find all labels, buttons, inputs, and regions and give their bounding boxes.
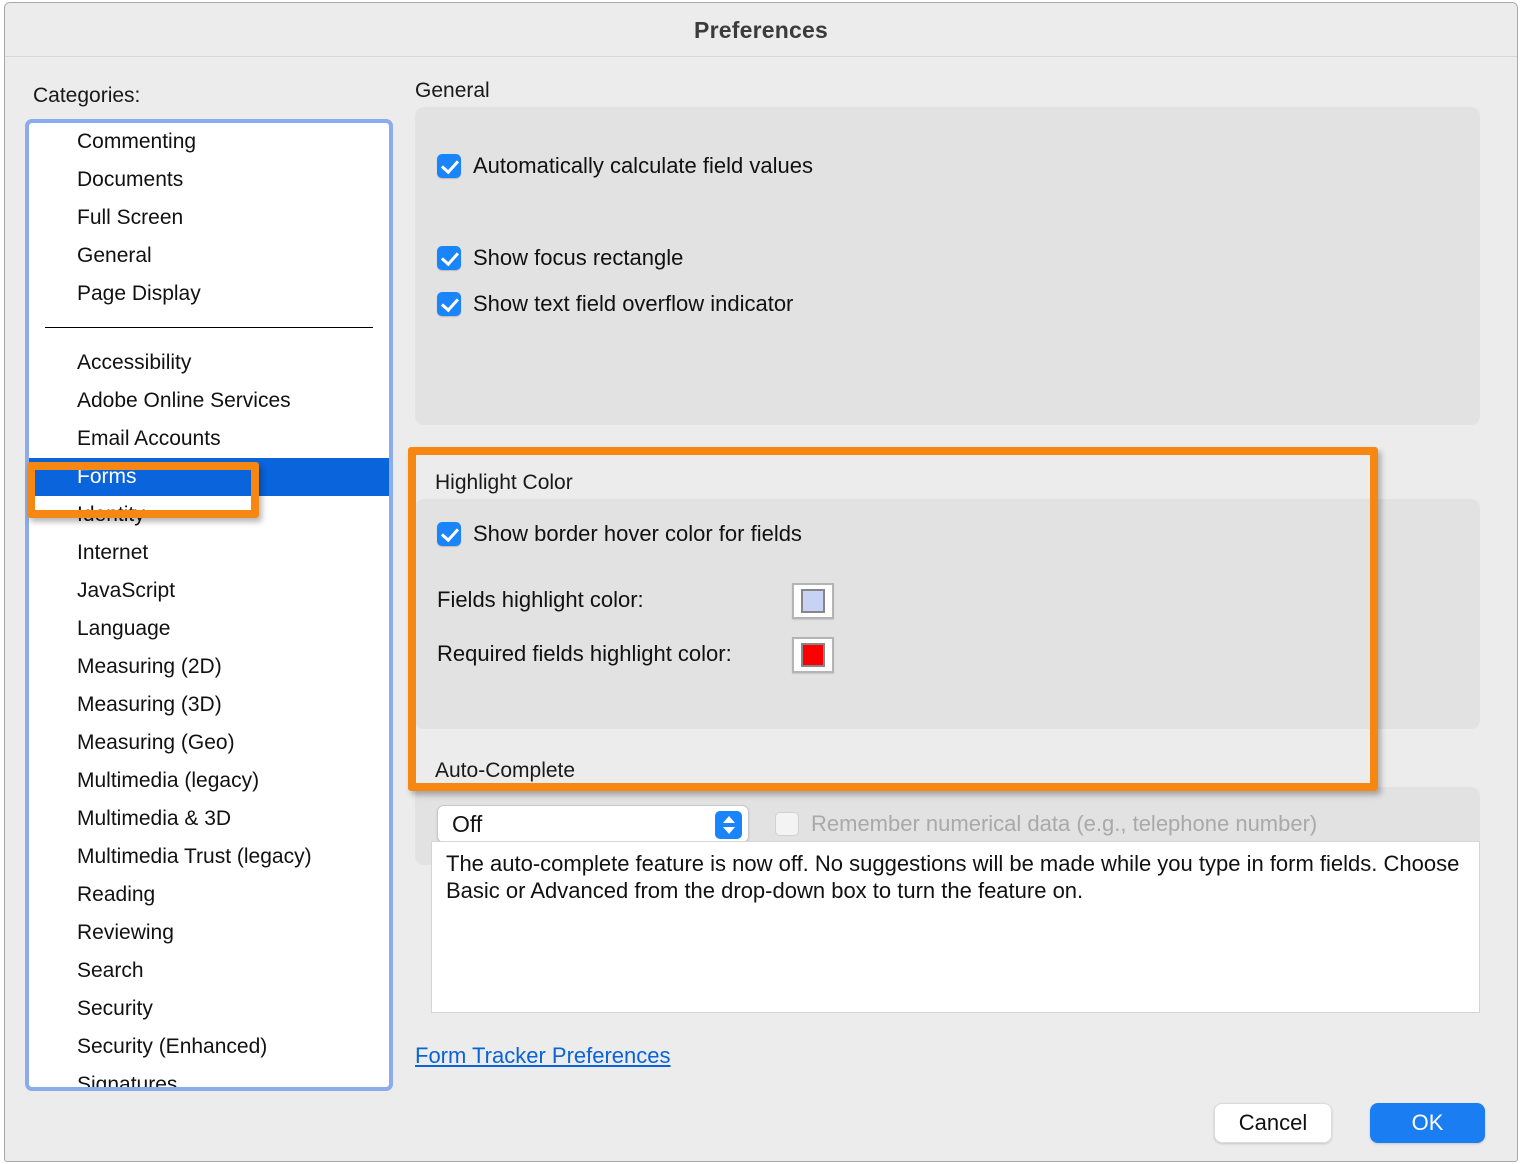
autocomplete-info-box: The auto-complete feature is now off. No… bbox=[431, 841, 1480, 1013]
chevron-updown-icon[interactable] bbox=[715, 811, 742, 839]
chevron-up-icon bbox=[723, 816, 735, 823]
autocomplete-info-text: The auto-complete feature is now off. No… bbox=[446, 850, 1466, 904]
remember-numerical-data-label: Remember numerical data (e.g., telephone… bbox=[811, 811, 1317, 837]
sidebar-item-forms[interactable]: Forms bbox=[29, 458, 389, 496]
auto-calculate-label: Automatically calculate field values bbox=[473, 153, 813, 179]
sidebar-item-measuring-3d[interactable]: Measuring (3D) bbox=[29, 686, 389, 724]
sidebar-item-documents[interactable]: Documents bbox=[29, 161, 389, 199]
border-hover-checkbox[interactable] bbox=[437, 522, 461, 546]
sidebar-item-page-display[interactable]: Page Display bbox=[29, 275, 389, 313]
sidebar-item-multimedia-3d[interactable]: Multimedia & 3D bbox=[29, 800, 389, 838]
dialog-footer: Cancel OK bbox=[1214, 1103, 1485, 1143]
overflow-indicator-label: Show text field overflow indicator bbox=[473, 291, 793, 317]
autocomplete-select[interactable]: Off bbox=[437, 805, 749, 843]
sidebar-item-search[interactable]: Search bbox=[29, 952, 389, 990]
border-hover-label: Show border hover color for fields bbox=[473, 521, 802, 547]
show-focus-rect-row[interactable]: Show focus rectangle bbox=[437, 245, 683, 271]
sidebar-item-commenting[interactable]: Commenting bbox=[29, 123, 389, 161]
highlight-color-section-title: Highlight Color bbox=[435, 471, 573, 495]
sidebar-item-measuring-2d[interactable]: Measuring (2D) bbox=[29, 648, 389, 686]
sidebar-item-security[interactable]: Security bbox=[29, 990, 389, 1028]
sidebar-item-accessibility[interactable]: Accessibility bbox=[29, 344, 389, 382]
categories-list-inner: Commenting Documents Full Screen General… bbox=[29, 123, 389, 1087]
sidebar-item-internet[interactable]: Internet bbox=[29, 534, 389, 572]
highlight-color-panel: Show border hover color for fields Field… bbox=[415, 499, 1480, 729]
chevron-down-icon bbox=[723, 827, 735, 834]
preferences-dialog: Preferences Categories: Commenting Docum… bbox=[4, 2, 1518, 1162]
dialog-title: Preferences bbox=[5, 3, 1517, 57]
autocomplete-section-title: Auto-Complete bbox=[435, 759, 575, 783]
sidebar-item-adobe-online-services[interactable]: Adobe Online Services bbox=[29, 382, 389, 420]
border-hover-row[interactable]: Show border hover color for fields bbox=[437, 521, 802, 547]
required-fields-highlight-swatch-color bbox=[801, 643, 825, 667]
sidebar-item-multimedia-trust-legacy[interactable]: Multimedia Trust (legacy) bbox=[29, 838, 389, 876]
required-fields-highlight-row: Required fields highlight color: bbox=[437, 641, 732, 667]
cancel-button[interactable]: Cancel bbox=[1214, 1103, 1332, 1143]
categories-label: Categories: bbox=[33, 84, 140, 108]
sidebar-item-identity[interactable]: Identity bbox=[29, 496, 389, 534]
fields-highlight-swatch-color bbox=[801, 589, 825, 613]
sidebar-divider bbox=[45, 327, 373, 328]
sidebar-item-language[interactable]: Language bbox=[29, 610, 389, 648]
ok-button[interactable]: OK bbox=[1370, 1103, 1485, 1143]
sidebar-item-full-screen[interactable]: Full Screen bbox=[29, 199, 389, 237]
sidebar-item-measuring-geo[interactable]: Measuring (Geo) bbox=[29, 724, 389, 762]
show-focus-rect-checkbox[interactable] bbox=[437, 246, 461, 270]
fields-highlight-row: Fields highlight color: bbox=[437, 587, 644, 613]
sidebar-item-security-enhanced[interactable]: Security (Enhanced) bbox=[29, 1028, 389, 1066]
general-section-title: General bbox=[415, 79, 1490, 103]
autocomplete-select-value: Off bbox=[452, 811, 482, 838]
sidebar-item-javascript[interactable]: JavaScript bbox=[29, 572, 389, 610]
required-fields-highlight-swatch[interactable] bbox=[792, 637, 834, 673]
auto-calculate-row[interactable]: Automatically calculate field values bbox=[437, 153, 813, 179]
form-tracker-preferences-link[interactable]: Form Tracker Preferences bbox=[415, 1043, 671, 1069]
required-fields-highlight-label: Required fields highlight color: bbox=[437, 641, 732, 667]
categories-list[interactable]: Commenting Documents Full Screen General… bbox=[25, 119, 393, 1091]
sidebar-item-reading[interactable]: Reading bbox=[29, 876, 389, 914]
remember-numerical-data-checkbox bbox=[775, 812, 799, 836]
fields-highlight-swatch[interactable] bbox=[792, 583, 834, 619]
remember-numerical-data-row: Remember numerical data (e.g., telephone… bbox=[775, 811, 1317, 837]
sidebar-item-email-accounts[interactable]: Email Accounts bbox=[29, 420, 389, 458]
sidebar-item-reviewing[interactable]: Reviewing bbox=[29, 914, 389, 952]
fields-highlight-label: Fields highlight color: bbox=[437, 587, 644, 613]
sidebar-item-multimedia-legacy[interactable]: Multimedia (legacy) bbox=[29, 762, 389, 800]
overflow-indicator-row[interactable]: Show text field overflow indicator bbox=[437, 291, 793, 317]
sidebar-item-signatures[interactable]: Signatures bbox=[29, 1066, 389, 1087]
general-panel: Automatically calculate field values Sho… bbox=[415, 107, 1480, 425]
overflow-indicator-checkbox[interactable] bbox=[437, 292, 461, 316]
auto-calculate-checkbox[interactable] bbox=[437, 154, 461, 178]
dialog-titlebar: Preferences bbox=[5, 3, 1517, 57]
sidebar-item-general[interactable]: General bbox=[29, 237, 389, 275]
preferences-content: General Automatically calculate field va… bbox=[415, 79, 1490, 1151]
show-focus-rect-label: Show focus rectangle bbox=[473, 245, 683, 271]
